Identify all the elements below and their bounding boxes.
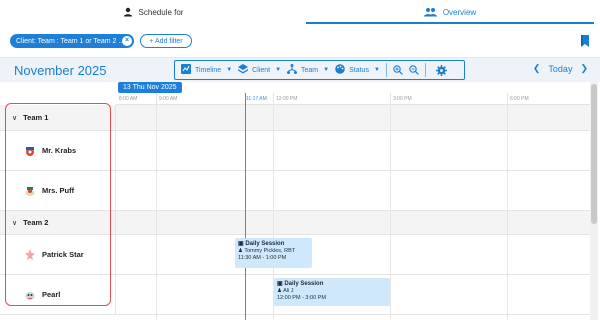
- palette-icon: [335, 64, 345, 76]
- event-person: ♟ Tommy Pickles, RBT: [238, 248, 296, 254]
- zoom-out-icon[interactable]: [409, 65, 419, 75]
- client-filter-chip-label: Client: Team : Team 1 or Team 2 ...: [16, 37, 125, 45]
- time-label: 8:00 AM: [119, 96, 138, 102]
- event-card[interactable]: ▣ Daily Session ♟ Ali J 12:00 PM - 3:00 …: [274, 278, 390, 306]
- zoom-in-icon[interactable]: [393, 65, 403, 75]
- today-button[interactable]: Today: [548, 64, 572, 74]
- vertical-scrollbar[interactable]: [590, 82, 598, 320]
- time-label: 9:00 AM: [159, 96, 178, 102]
- person-icon: ♟: [238, 248, 243, 254]
- timeline-label: Timeline: [195, 66, 222, 74]
- resource-selection-highlight: [5, 103, 111, 306]
- person-icon: [123, 7, 133, 17]
- calendar-header: November 2025 Timeline ▼ Client ▼ Team ▼: [0, 57, 600, 82]
- top-tabs: Schedule for Overview: [0, 0, 600, 24]
- time-label: 12:00 PM: [276, 96, 298, 102]
- scrollbar-thumb[interactable]: [591, 84, 597, 224]
- team-label: Team: [301, 66, 319, 74]
- client-dropdown[interactable]: Client ▼: [238, 64, 281, 76]
- client-filter-chip[interactable]: Client: Team : Team 1 or Team 2 ... ×: [10, 34, 134, 48]
- gear-icon[interactable]: [435, 64, 447, 76]
- current-time-indicator: [245, 93, 246, 320]
- status-label: Status: [349, 66, 369, 74]
- event-person: ♟ Ali J: [277, 288, 294, 294]
- tab-overview[interactable]: Overview: [306, 0, 594, 24]
- chevron-right-icon[interactable]: ❯: [580, 63, 588, 74]
- current-time-label: 11:17 AM: [246, 96, 267, 102]
- time-label: 3:00 PM: [393, 96, 412, 102]
- event-time: 11:30 AM - 1:00 PM: [238, 255, 287, 261]
- add-filter-button[interactable]: + Add filter: [140, 34, 192, 48]
- month-title: November 2025: [14, 63, 107, 78]
- layers-icon: [238, 64, 249, 76]
- event-title: ▣ Daily Session: [277, 281, 324, 287]
- team-dropdown[interactable]: Team ▼: [287, 64, 329, 76]
- caret-down-icon: ▼: [323, 67, 330, 73]
- group-icon: [423, 7, 437, 17]
- grid-line: [390, 93, 391, 320]
- tab-overview-label: Overview: [442, 7, 477, 17]
- time-axis: 8:00 AM 9:00 AM 11:17 AM 12:00 PM 3:00 P…: [116, 93, 590, 105]
- toolbar-divider: [424, 63, 426, 77]
- view-toolbar: Timeline ▼ Client ▼ Team ▼ Status ▼: [174, 60, 465, 80]
- timeline-icon: [181, 64, 191, 76]
- calendar-icon: ▣: [238, 241, 244, 247]
- bookmark-icon[interactable]: [580, 34, 590, 47]
- event-title: ▣ Daily Session: [238, 241, 285, 247]
- calendar-icon: ▣: [277, 281, 283, 287]
- toolbar-divider: [385, 63, 387, 77]
- tab-schedule-for[interactable]: Schedule for: [0, 0, 306, 24]
- filter-row: Client: Team : Team 1 or Team 2 ... × + …: [0, 32, 600, 50]
- close-icon[interactable]: ×: [122, 36, 132, 46]
- caret-down-icon: ▼: [226, 67, 233, 73]
- current-date-badge: 13 Thu Nov 2025: [118, 82, 182, 93]
- status-dropdown[interactable]: Status ▼: [335, 64, 380, 76]
- person-icon: ♟: [277, 288, 282, 294]
- event-time: 12:00 PM - 3:00 PM: [277, 295, 326, 301]
- grid-line: [507, 93, 508, 320]
- time-label: 6:00 PM: [510, 96, 529, 102]
- grid-line: [156, 93, 157, 320]
- chevron-left-icon[interactable]: ❮: [533, 63, 541, 74]
- client-label: Client: [252, 66, 271, 74]
- caret-down-icon: ▼: [275, 67, 282, 73]
- hierarchy-icon: [287, 64, 298, 76]
- tab-schedule-label: Schedule for: [138, 7, 184, 17]
- event-card[interactable]: ▣ Daily Session ♟ Tommy Pickles, RBT 11:…: [235, 238, 312, 268]
- date-navigation: ❮ Today ❯: [525, 63, 588, 74]
- caret-down-icon: ▼: [373, 67, 380, 73]
- timeline-dropdown[interactable]: Timeline ▼: [181, 64, 232, 76]
